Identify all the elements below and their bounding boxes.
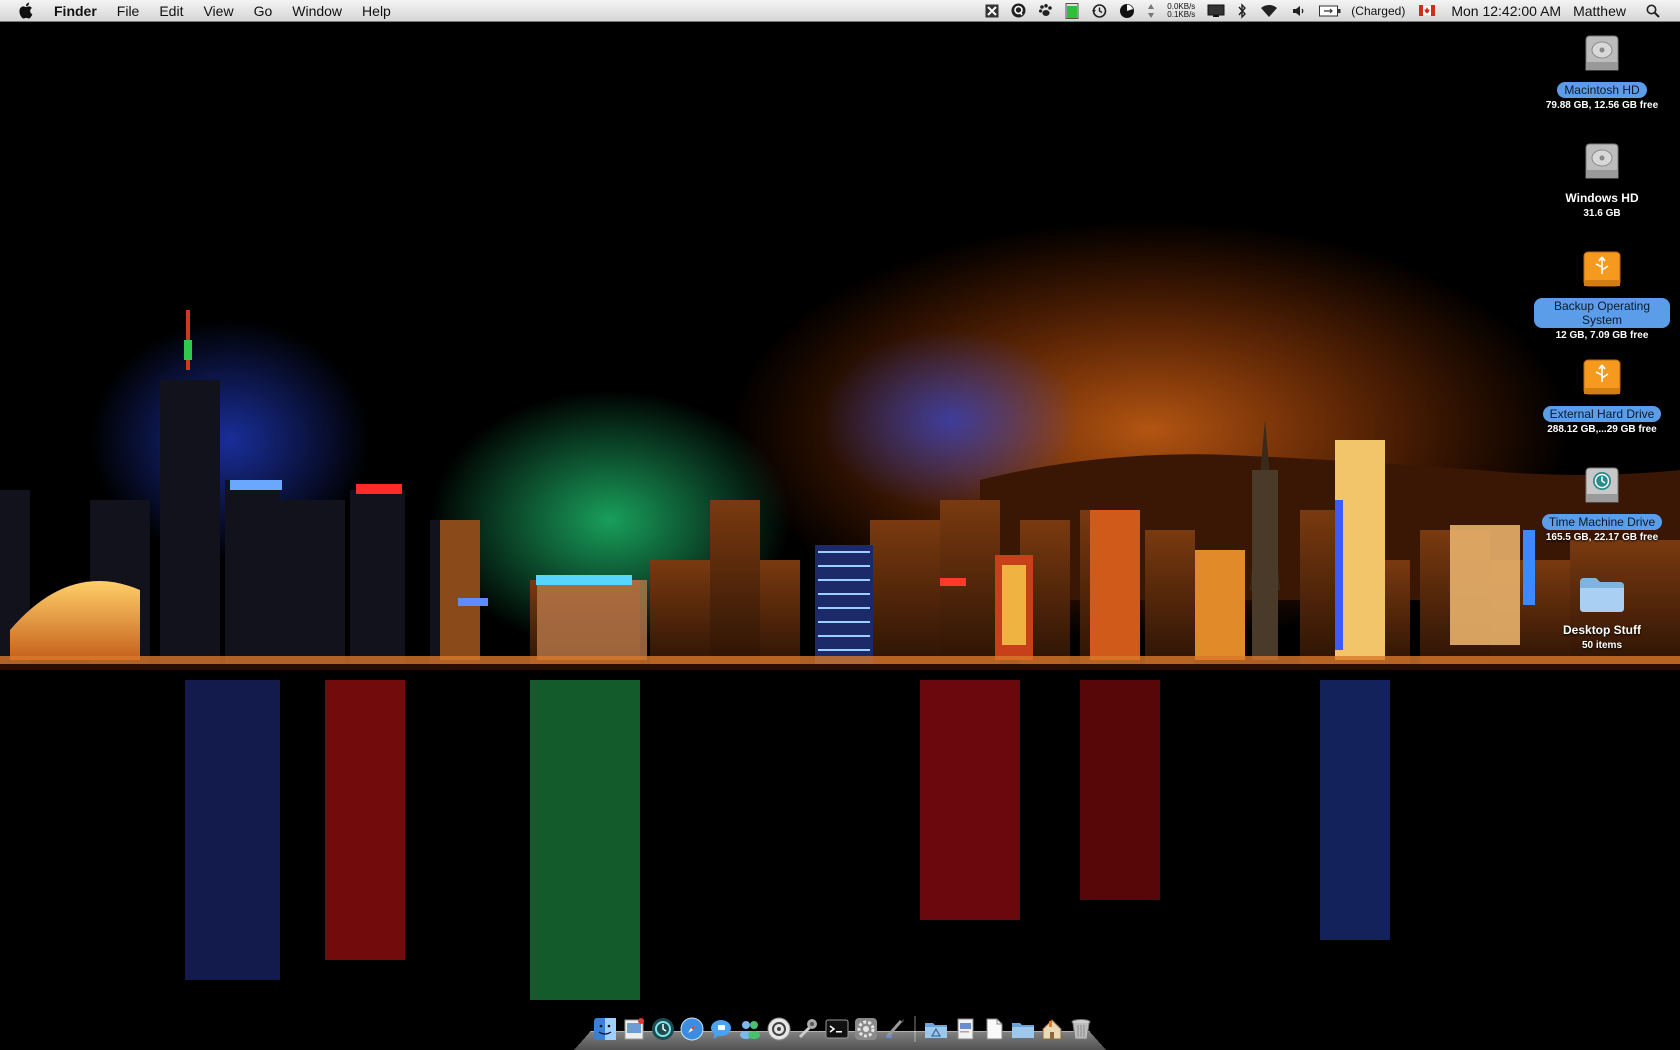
system-preferences-icon[interactable] [853,1016,879,1042]
desktop-icon-desktop-stuff[interactable]: Desktop Stuff 50 items [1534,570,1670,651]
folder-stack-icon[interactable] [1010,1016,1036,1042]
canada-flag-icon[interactable] [1419,0,1436,22]
menu-view[interactable]: View [193,0,243,22]
folder-icon [1578,570,1626,618]
itunes-icon[interactable] [766,1016,792,1042]
desktop-icon-label: Desktop Stuff [1563,623,1641,637]
file-stack-icon[interactable] [981,1016,1007,1042]
dock-separator [914,1016,916,1042]
desktop-icon-info: 12 GB, 7.09 GB free [1555,330,1649,341]
menu-help[interactable]: Help [352,0,401,22]
desktop-icon-label: Time Machine Drive [1541,514,1663,530]
user-menu[interactable]: Matthew [1573,3,1626,19]
finder-icon[interactable] [592,1016,618,1042]
desktop[interactable]: Finder File Edit View Go Window Help 0.0… [0,0,1680,1050]
menu-go[interactable]: Go [244,0,283,22]
menu-edit[interactable]: Edit [149,0,193,22]
ichat-icon[interactable] [708,1016,734,1042]
network-rates: 0.0KB/s 0.1KB/s [1167,2,1196,19]
volume-icon[interactable] [1291,0,1307,22]
desktop-icon-macintosh-hd[interactable]: Macintosh HD 79.88 GB, 12.56 GB free [1534,30,1670,111]
preview-icon[interactable] [621,1016,647,1042]
wifi-icon[interactable] [1259,0,1279,22]
desktop-icon-info: 50 items [1581,640,1623,651]
home-stack-icon[interactable] [1039,1016,1065,1042]
battery-icon[interactable] [1319,0,1341,22]
green-gauge-icon[interactable] [1065,0,1079,22]
x-status-icon[interactable] [985,0,999,22]
net-download-rate: 0.1KB/s [1167,9,1196,19]
script-editor-icon[interactable] [882,1016,908,1042]
usb-drive-icon [1578,246,1626,294]
display-icon[interactable] [1207,0,1225,22]
time-machine-drive-icon [1578,462,1626,510]
spotlight-icon[interactable] [1646,0,1660,22]
time-machine-icon[interactable] [1091,0,1107,22]
usb-drive-icon [1578,354,1626,402]
internal-drive-icon [1578,30,1626,78]
network-arrows-icon [1147,0,1155,22]
desktop-icon-info: 79.88 GB, 12.56 GB free [1545,100,1659,111]
bluetooth-icon[interactable] [1237,0,1247,22]
dock [574,1008,1106,1050]
menu-bar: Finder File Edit View Go Window Help 0.0… [0,0,1680,22]
desktop-icon-time-machine-drive[interactable]: Time Machine Drive 165.5 GB, 22.17 GB fr… [1534,462,1670,543]
apple-icon[interactable] [18,2,38,19]
applications-stack-icon[interactable] [923,1016,949,1042]
menu-file[interactable]: File [107,0,150,22]
desktop-icon-label: Macintosh HD [1557,82,1647,98]
desktop-icon-label: Backup Operating System [1534,298,1670,328]
system-tool-icon[interactable] [795,1016,821,1042]
contacts-icon[interactable] [737,1016,763,1042]
desktop-icon-info: 288.12 GB,...29 GB free [1547,424,1657,435]
terminal-icon[interactable] [824,1016,850,1042]
desktop-icon-label: Windows HD [1565,191,1639,205]
wallpaper-hong-kong-skyline [0,0,1680,1050]
time-machine-icon[interactable] [650,1016,676,1042]
desktop-icon-external-hard-drive[interactable]: External Hard Drive 288.12 GB,...29 GB f… [1534,354,1670,435]
battery-status: (Charged) [1351,3,1406,18]
desktop-icon-label: External Hard Drive [1542,406,1662,422]
menu-clock[interactable]: Mon 12:42:00 AM [1451,3,1561,19]
desktop-icon-backup-operating-system[interactable]: Backup Operating System 12 GB, 7.09 GB f… [1534,246,1670,341]
menu-finder[interactable]: Finder [52,0,107,22]
menu-window[interactable]: Window [282,0,352,22]
documents-stack-icon[interactable] [952,1016,978,1042]
q-status-icon[interactable] [1011,0,1026,22]
internal-drive-icon [1578,138,1626,186]
trash-icon[interactable] [1068,1016,1094,1042]
desktop-icon-info: 165.5 GB, 22.17 GB free [1545,532,1659,543]
desktop-icon-windows-hd[interactable]: Windows HD 31.6 GB [1534,138,1670,219]
paw-status-icon[interactable] [1038,0,1053,22]
clock-pie-icon[interactable] [1119,0,1135,22]
safari-icon[interactable] [679,1016,705,1042]
desktop-icon-info: 31.6 GB [1583,208,1621,219]
